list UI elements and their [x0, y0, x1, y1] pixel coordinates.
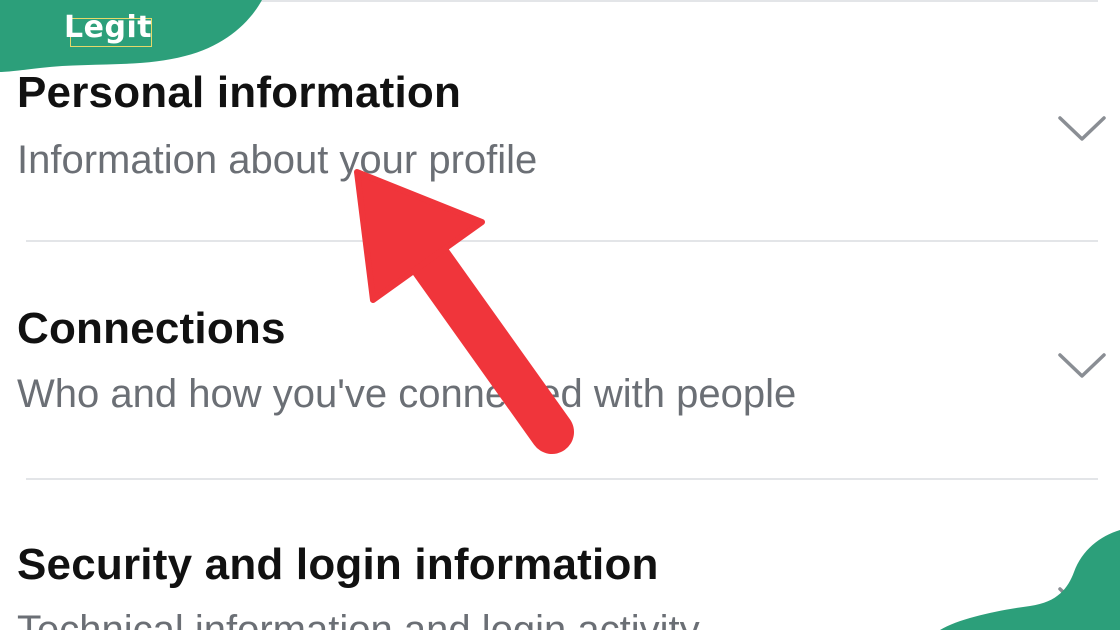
section-subtitle: Technical information and login activity: [17, 608, 700, 630]
chevron-down-icon[interactable]: [1056, 350, 1108, 380]
section-title: Security and login information: [17, 540, 659, 589]
chevron-down-icon[interactable]: [1056, 113, 1108, 143]
section-title: Personal information: [17, 68, 462, 117]
section-title: Connections: [17, 304, 286, 353]
brand-corner-decoration: [940, 530, 1120, 630]
section-connections[interactable]: Connections Who and how you've connected…: [0, 242, 1120, 478]
brand-logo: Legit: [64, 10, 153, 45]
section-subtitle: Who and how you've connected with people: [17, 372, 797, 416]
settings-page: Personal information Information about y…: [0, 0, 1120, 630]
section-subtitle: Information about your profile: [17, 138, 538, 182]
